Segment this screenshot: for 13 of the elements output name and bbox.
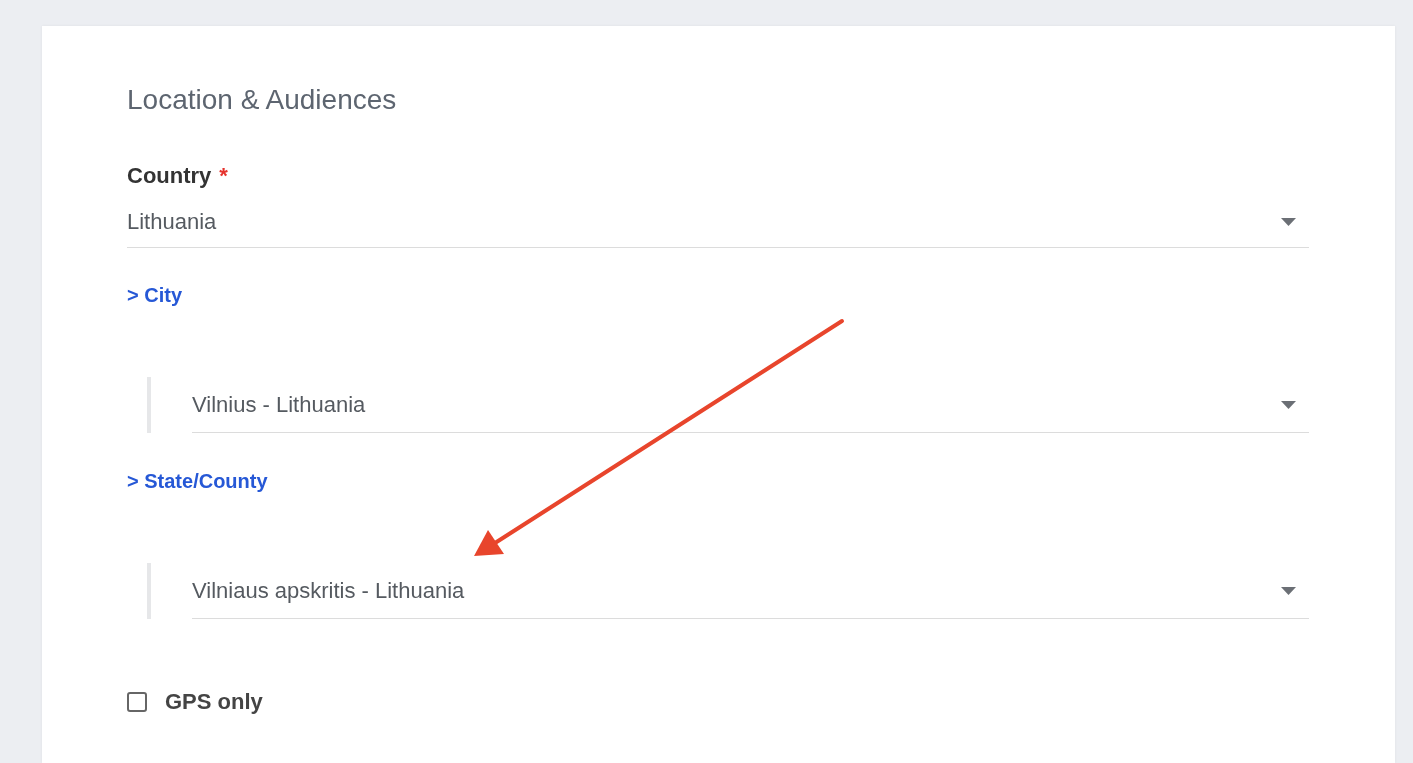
checkbox[interactable] (127, 692, 147, 712)
field-label: Country (127, 162, 212, 190)
caret-icon (1281, 401, 1296, 409)
country-select[interactable]: Lithuania (127, 198, 1309, 248)
expand-link[interactable]: > City (127, 282, 183, 308)
caret-icon (1281, 218, 1296, 226)
location-select[interactable]: Vilnius - Lithuania (192, 377, 1309, 433)
checkbox-label: GPS only (165, 689, 263, 715)
location-select[interactable]: Vilniaus apskritis - Lithuania (192, 563, 1309, 619)
section-title: Location & Audiences (127, 83, 398, 117)
expand-link[interactable]: > State/County (127, 468, 268, 494)
required-mark: * (219, 162, 228, 190)
caret-icon (1281, 587, 1296, 595)
